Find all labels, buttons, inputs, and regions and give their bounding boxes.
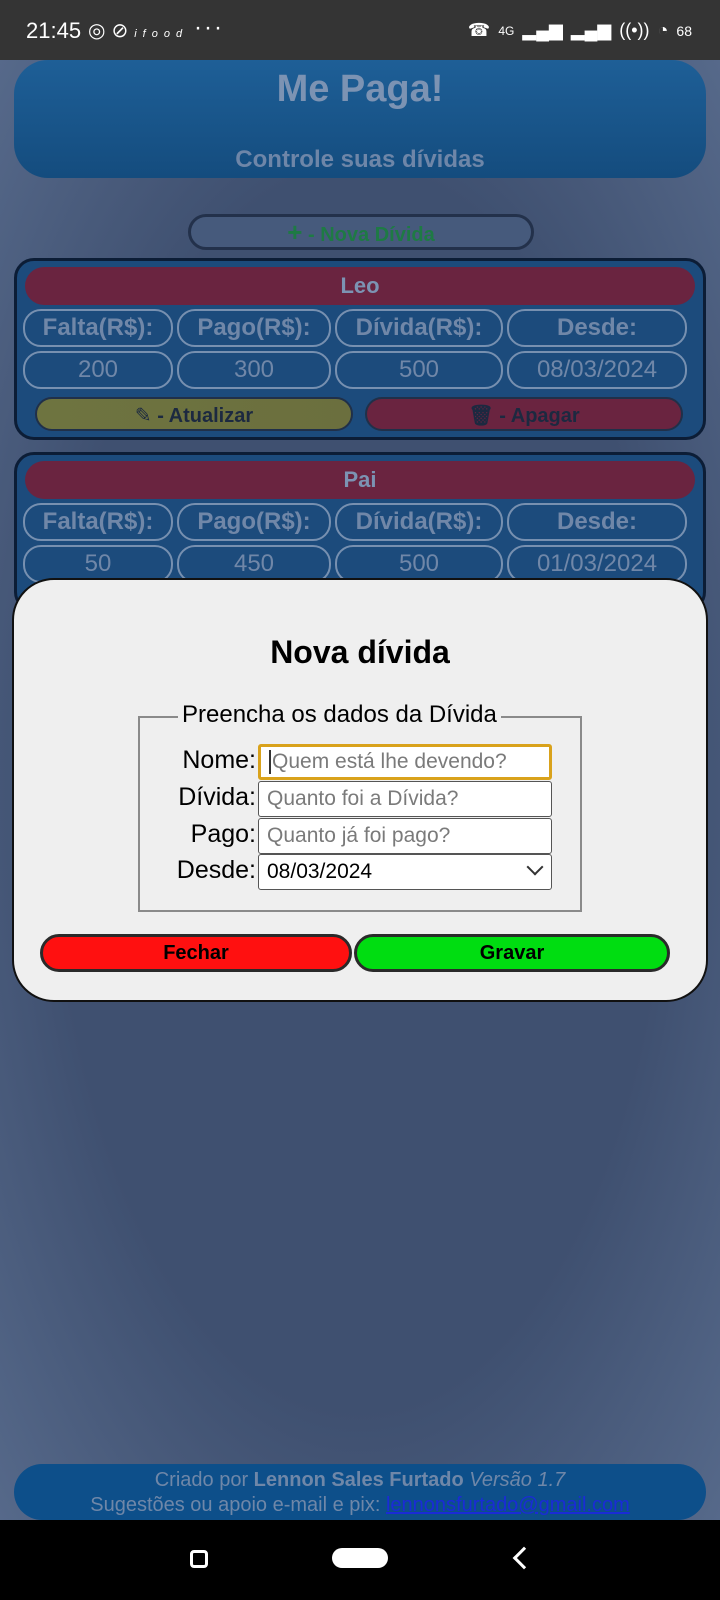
- trash-icon: 🗑: [468, 405, 494, 427]
- back-icon[interactable]: [512, 1546, 536, 1570]
- hotspot-icon: ((•)): [619, 20, 650, 40]
- delete-button[interactable]: 🗑 - Apagar: [365, 397, 683, 431]
- nome-label: Nome:: [182, 746, 256, 774]
- delete-label: - Apagar: [499, 405, 580, 427]
- header-pago: Pago(R$):: [177, 309, 331, 347]
- nome-input[interactable]: Quem está lhe devendo?: [258, 744, 552, 780]
- app-subtitle: Controle suas dívidas: [235, 146, 485, 173]
- header-pago: Pago(R$):: [177, 503, 331, 541]
- created-by-text: Criado por: [154, 1469, 249, 1491]
- call-icon: ☎: [467, 20, 491, 40]
- app-header: Me Paga! Controle suas dívidas: [14, 60, 706, 178]
- debt-card: Leo Falta(R$): Pago(R$): Dívida(R$): Des…: [14, 258, 706, 440]
- chevron-down-icon: [526, 858, 544, 876]
- header-falta: Falta(R$):: [23, 309, 173, 347]
- card-name: Leo: [25, 267, 695, 305]
- more-notifications-icon: ···: [194, 14, 224, 41]
- system-icons: ☎ 4G ▂▄▆ ▂▄▆ ((•)) ◔ 68: [468, 20, 692, 41]
- header-desde: Desde:: [507, 503, 687, 541]
- debt-fieldset: Preencha os dados da Dívida Nome: Quem e…: [138, 701, 582, 912]
- text-caret: [269, 750, 271, 775]
- new-debt-button[interactable]: + - Nova Dívida: [188, 214, 534, 250]
- signal-icon: ▂▄▆: [522, 20, 563, 40]
- desde-label: Desde:: [176, 856, 256, 884]
- signal2-icon: ▂▄▆: [570, 20, 612, 40]
- save-button[interactable]: Gravar: [354, 934, 670, 972]
- value-divida: 500: [335, 351, 503, 389]
- email-link[interactable]: lennonsfurtado@gmail.com: [386, 1494, 630, 1516]
- card-name: Pai: [25, 461, 695, 499]
- header-divida: Dívida(R$):: [335, 503, 503, 541]
- ifood-icon: ifood: [134, 28, 189, 40]
- status-bar: 21:45 ◎⊘ifood ··· ☎ 4G ▂▄▆ ▂▄▆ ((•)) ◔ 6…: [0, 0, 720, 60]
- desde-date-select[interactable]: 08/03/2024: [258, 854, 552, 890]
- modal-title: Nova dívida: [270, 634, 450, 670]
- pencil-icon: ✎: [134, 405, 152, 427]
- navigation-bar: [0, 1520, 720, 1600]
- new-debt-label: - Nova Dívida: [308, 224, 435, 246]
- value-desde: 08/03/2024: [507, 351, 687, 389]
- divida-input[interactable]: Quanto foi a Dívida?: [258, 781, 552, 817]
- home-icon[interactable]: [332, 1548, 388, 1568]
- version-text: Versão 1.7: [469, 1469, 566, 1491]
- network-label: 4G: [498, 23, 515, 38]
- close-button[interactable]: Fechar: [40, 934, 352, 972]
- plus-icon: +: [287, 217, 303, 247]
- app-title: Me Paga!: [276, 68, 444, 110]
- desde-value: 08/03/2024: [267, 860, 373, 883]
- header-falta: Falta(R$):: [23, 503, 173, 541]
- update-button[interactable]: ✎ - Atualizar: [35, 397, 353, 431]
- support-text: Sugestões ou apoio e-mail e pix:: [90, 1494, 381, 1516]
- footer: Criado por Lennon Sales Furtado Versão 1…: [14, 1464, 706, 1520]
- notification-icons: ◎⊘ifood: [88, 18, 188, 43]
- whatsapp-icon: ◎: [88, 20, 112, 42]
- pago-label: Pago:: [190, 820, 256, 848]
- battery-icon: ◔: [657, 20, 669, 40]
- pago-input[interactable]: Quanto já foi pago?: [258, 818, 552, 854]
- header-divida: Dívida(R$):: [335, 309, 503, 347]
- footer-support: Sugestões ou apoio e-mail e pix: lennons…: [14, 1493, 706, 1518]
- footer-credit: Criado por Lennon Sales Furtado Versão 1…: [14, 1468, 706, 1493]
- status-time: 21:45: [26, 18, 82, 43]
- author-name: Lennon Sales Furtado: [253, 1469, 464, 1491]
- value-falta: 200: [23, 351, 173, 389]
- new-debt-modal: Nova dívida Preencha os dados da Dívida …: [12, 578, 708, 1002]
- recent-apps-icon[interactable]: [190, 1550, 208, 1568]
- battery-level: 68: [676, 22, 692, 39]
- header-desde: Desde:: [507, 309, 687, 347]
- update-label: - Atualizar: [157, 405, 254, 427]
- value-pago: 300: [177, 351, 331, 389]
- fieldset-legend: Preencha os dados da Dívida: [178, 701, 501, 729]
- divida-label: Dívida:: [178, 783, 256, 811]
- app-icon: ⊘: [111, 20, 135, 42]
- nome-placeholder: Quem está lhe devendo?: [272, 750, 507, 773]
